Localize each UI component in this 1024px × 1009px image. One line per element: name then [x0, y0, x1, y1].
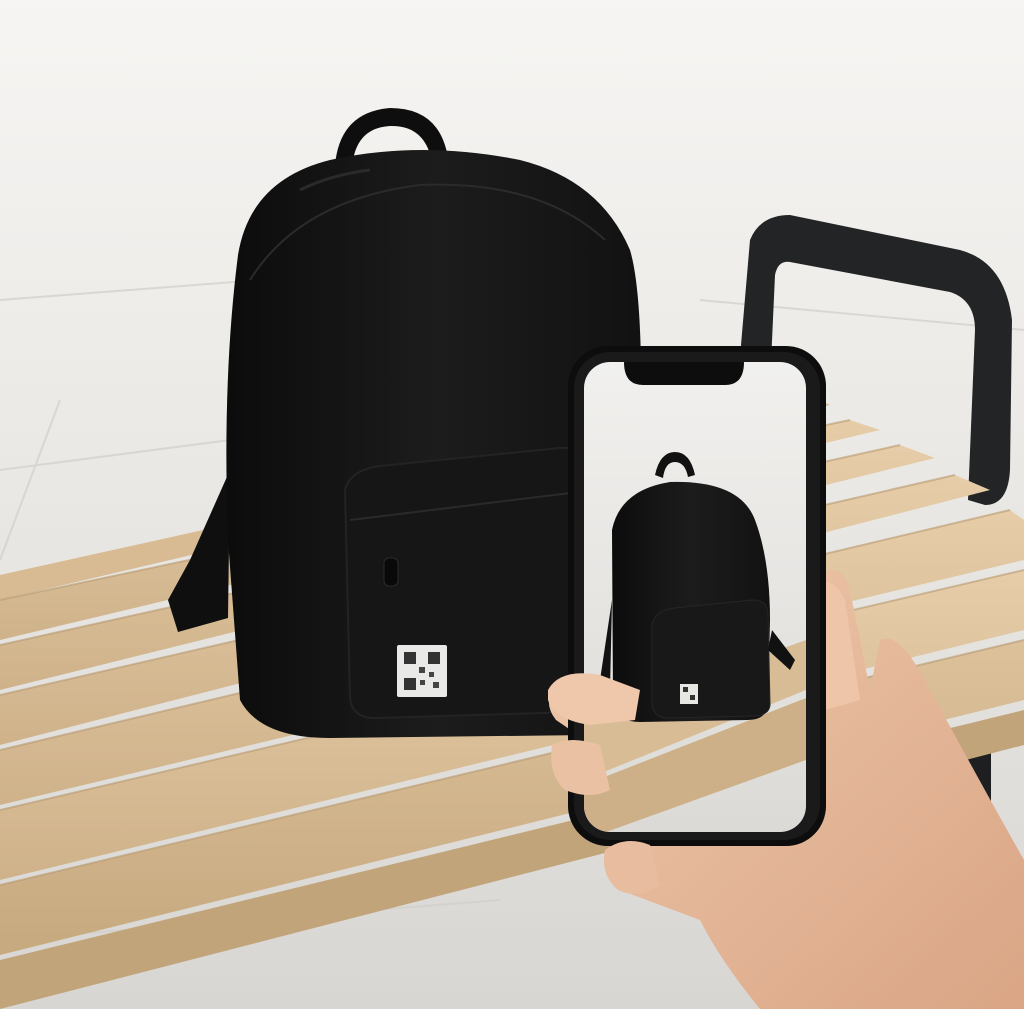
smartphone [568, 346, 826, 846]
backpack-zipper-pull [383, 557, 399, 587]
phone-screen [584, 362, 806, 832]
backpack-front-pocket [343, 446, 600, 720]
photo-scene [0, 0, 1024, 1009]
qr-code-tag [397, 645, 447, 697]
phone-notch [624, 362, 744, 385]
